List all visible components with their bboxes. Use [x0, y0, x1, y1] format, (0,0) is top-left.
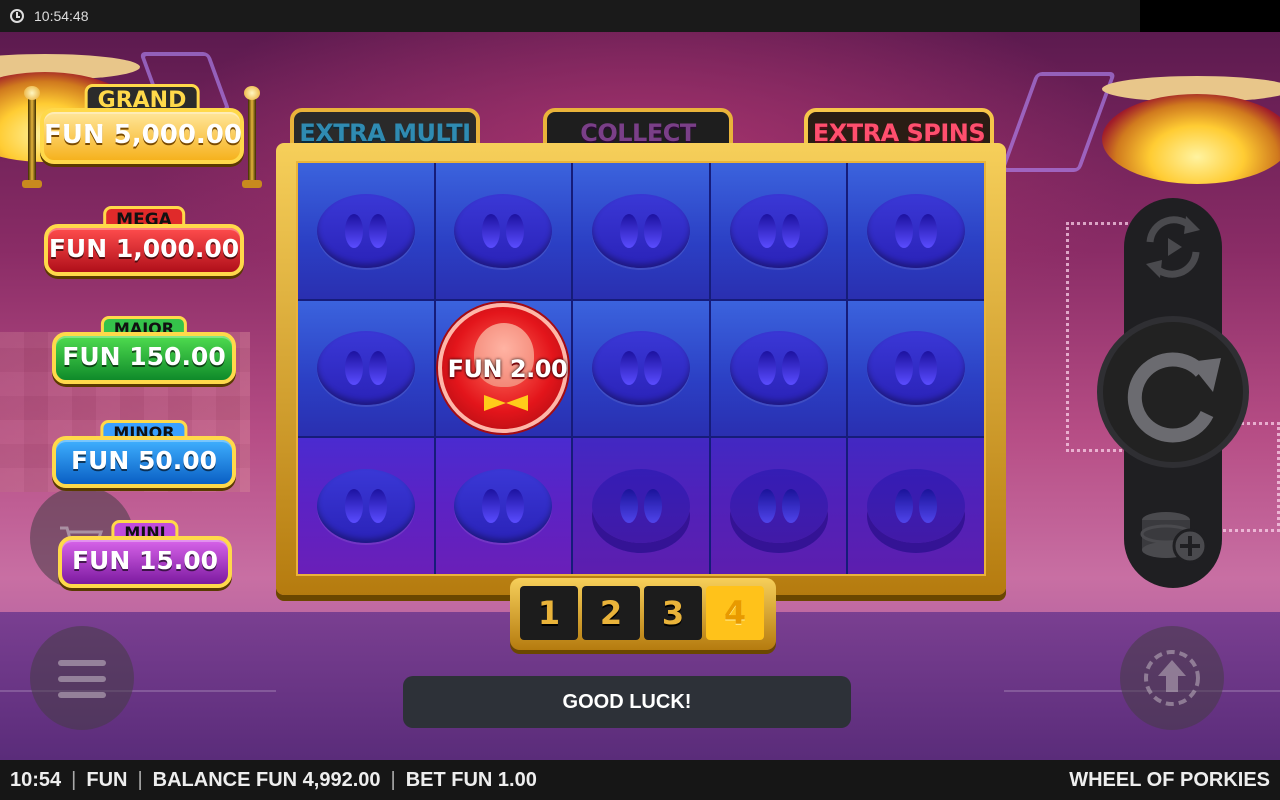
hamburger-menu-icon: [58, 692, 106, 698]
pig-snout-icon: [729, 469, 828, 544]
turbo-button[interactable]: [1120, 626, 1224, 730]
pig-coin: FUN 2.00: [438, 303, 569, 434]
reel-cell: [710, 163, 847, 299]
spin-button[interactable]: [1097, 316, 1249, 468]
pig-snout-icon: [316, 469, 415, 544]
reel-cell: [435, 438, 572, 574]
spins-remaining-box: 2: [582, 586, 640, 640]
system-status-bar: 10:54:48: [0, 0, 1140, 32]
reel-cell: [573, 300, 709, 437]
jackpot-mini-value: FUN 15.00: [58, 536, 232, 588]
message-banner: GOOD LUCK!: [403, 676, 851, 728]
pig-snout-icon: [454, 193, 553, 268]
status-balance: BALANCE FUN 4,992.00: [152, 768, 381, 791]
pig-snout-icon: [591, 331, 690, 406]
bet-button[interactable]: [1124, 490, 1222, 588]
reel-frame: FUN 2.00: [276, 143, 1006, 595]
game-status-bar: 10:54 | FUN | BALANCE FUN 4,992.00 | BET…: [0, 760, 1280, 800]
status-time: 10:54: [10, 768, 62, 791]
jackpot-mini: MINI FUN 15.00: [58, 520, 232, 598]
game-title: WHEEL OF PORKIES: [1069, 768, 1270, 791]
reel-cell: [298, 438, 434, 574]
spins-remaining-box: 4: [706, 586, 764, 640]
clock-icon: [10, 9, 24, 23]
reel-cell: [848, 300, 984, 437]
reel-grid: FUN 2.00: [296, 161, 986, 576]
menu-button[interactable]: [30, 626, 134, 730]
reel-cell: [435, 163, 572, 299]
spins-remaining-box: 1: [520, 586, 578, 640]
jackpot-minor: MINOR FUN 50.00: [52, 420, 236, 500]
spins-remaining-box: 3: [644, 586, 702, 640]
jackpot-major: MAJOR FUN 150.00: [52, 316, 236, 396]
grand-post-left: [22, 86, 42, 188]
system-clock: 10:54:48: [34, 8, 89, 24]
pig-snout-icon: [867, 193, 966, 268]
jackpot-grand-value: FUN 5,000.00: [40, 108, 244, 164]
pig-snout-icon: [591, 193, 690, 268]
status-mode: FUN: [86, 768, 128, 791]
reel-cell: [573, 163, 709, 299]
pig-snout-icon: [867, 469, 966, 544]
coin-stack-icon: [1140, 512, 1208, 564]
status-separator: |: [137, 768, 143, 791]
coin-value: FUN 2.00: [447, 355, 568, 384]
autoplay-button[interactable]: [1124, 198, 1222, 296]
reel-cell: [710, 438, 847, 574]
turbo-icon: [1144, 650, 1200, 706]
pig-snout-icon: [316, 331, 415, 406]
jackpot-minor-value: FUN 50.00: [52, 436, 236, 488]
reel-cell: [298, 300, 434, 437]
jackpot-major-value: FUN 150.00: [52, 332, 236, 384]
jackpot-grand: GRAND FUN 5,000.00: [40, 84, 244, 180]
jackpot-mega: MEGA FUN 1,000.00: [44, 206, 244, 290]
ceiling-lamp: [1102, 94, 1280, 184]
reel-cell: [573, 438, 709, 574]
pig-snout-icon: [729, 331, 828, 406]
jackpot-mega-value: FUN 1,000.00: [44, 224, 244, 276]
background-neon-shape: [999, 72, 1117, 172]
status-separator: |: [390, 768, 396, 791]
spins-remaining-counter: 1234: [510, 578, 776, 650]
spin-icon: [1127, 352, 1221, 443]
hamburger-menu-icon: [58, 676, 106, 682]
grand-post-right: [242, 86, 262, 188]
reel-cell: [848, 163, 984, 299]
pig-snout-icon: [454, 469, 553, 544]
hamburger-menu-icon: [58, 660, 106, 666]
pig-snout-icon: [316, 193, 415, 268]
autoplay-icon: [1146, 216, 1200, 278]
reel-cell: [848, 438, 984, 574]
status-bet: BET FUN 1.00: [405, 768, 537, 791]
status-separator: |: [71, 768, 77, 791]
pig-snout-icon: [729, 193, 828, 268]
system-status-bar-right: [1140, 0, 1280, 32]
reel-cell: FUN 2.00: [435, 300, 572, 437]
pig-snout-icon: [867, 331, 966, 406]
bow-tie-icon: [484, 395, 529, 412]
reel-cell: [298, 163, 434, 299]
reel-cell: [710, 300, 847, 437]
pig-snout-icon: [591, 469, 690, 544]
